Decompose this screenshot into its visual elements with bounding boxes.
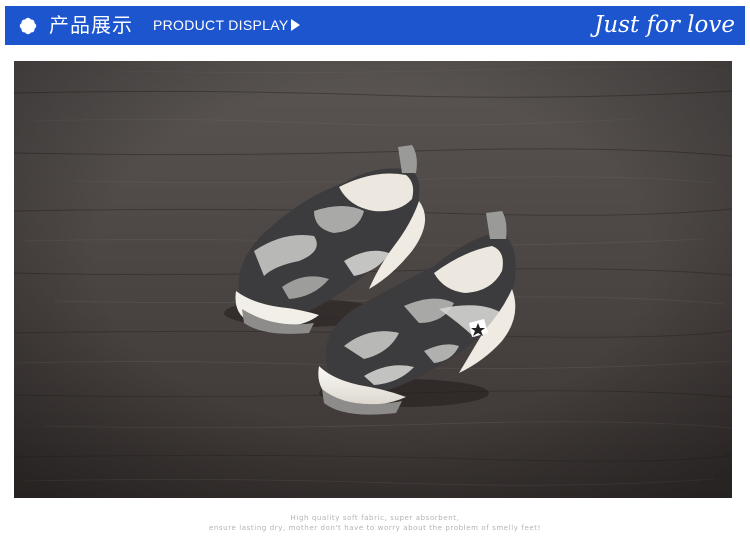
header-banner: 产品展示 PRODUCT DISPLAY Just for love bbox=[5, 6, 745, 45]
section-title-english: PRODUCT DISPLAY bbox=[153, 17, 289, 33]
tagline: Just for love bbox=[594, 12, 735, 38]
play-arrow-icon bbox=[291, 19, 300, 31]
flower-icon bbox=[19, 17, 37, 35]
caption-line-2: ensure lasting dry, mother don't have to… bbox=[208, 524, 542, 532]
section-title-chinese: 产品展示 bbox=[49, 13, 133, 37]
caption-line-1: High quality soft fabric, super absorben… bbox=[290, 514, 460, 522]
product-photo bbox=[14, 61, 732, 498]
